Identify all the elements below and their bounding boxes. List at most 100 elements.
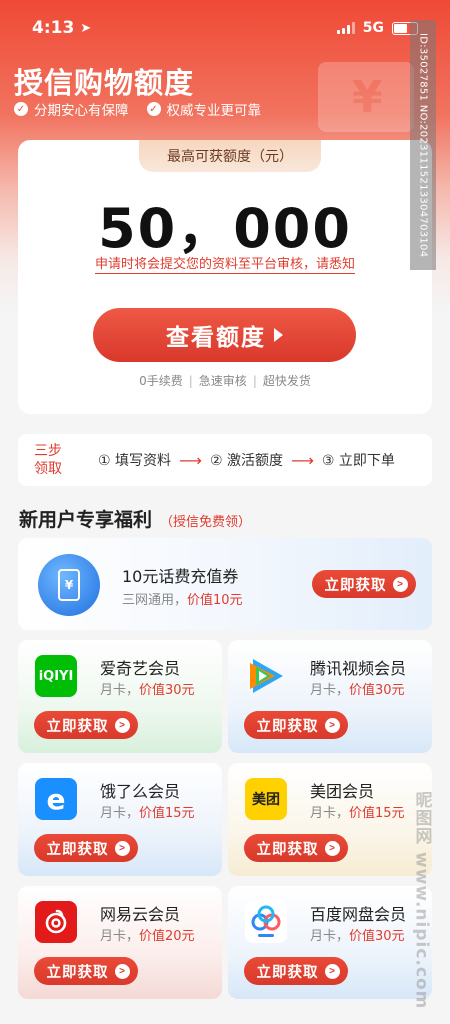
- chevron-right-icon: >: [114, 963, 130, 979]
- chevron-right-icon: >: [114, 717, 130, 733]
- quota-perks: 0手续费 | 急速审核 | 超快发货: [139, 374, 311, 388]
- member-desc-value: 价值30元: [349, 683, 405, 698]
- section-subtitle: （授信免费领）: [160, 515, 252, 530]
- member-desc-prefix: 月卡，: [100, 929, 140, 944]
- phone-coupon-card[interactable]: ¥ 10元话费充值券 三网通用，价值10元 立即获取 >: [18, 538, 432, 630]
- member-card-meituan[interactable]: 美团 美团会员 月卡，价值15元 立即获取 >: [228, 763, 432, 876]
- eleme-icon: e: [35, 778, 77, 820]
- iqiyi-icon: iQIYI: [35, 655, 77, 697]
- member-desc-value: 价值30元: [139, 683, 195, 698]
- arrow-right-icon: ⟶: [179, 450, 202, 470]
- page-title: 授信购物额度: [14, 66, 195, 100]
- logo-text: 美团: [252, 792, 280, 808]
- get-button-label: 立即获取: [46, 964, 109, 981]
- network-type: 5G: [362, 20, 384, 36]
- feature-item: ✓ 权威专业更可靠: [146, 99, 262, 119]
- signal-icon: [336, 22, 355, 34]
- member-desc: 月卡，价值20元: [100, 925, 195, 944]
- get-member-button[interactable]: 立即获取 >: [34, 957, 138, 985]
- logo-text: e: [46, 782, 66, 816]
- chevron-right-icon: >: [324, 840, 340, 856]
- get-button-label: 立即获取: [46, 841, 109, 858]
- member-desc: 月卡，价值15元: [100, 802, 195, 821]
- member-card-tencent-video[interactable]: 腾讯视频会员 月卡，价值30元 立即获取 >: [228, 640, 432, 753]
- member-desc-value: 价值30元: [349, 929, 405, 944]
- member-title: 美团会员: [310, 782, 375, 801]
- get-button-label: 立即获取: [324, 577, 387, 594]
- chevron-right-icon: >: [324, 717, 340, 733]
- member-desc-prefix: 月卡，: [100, 806, 140, 821]
- get-coupon-button[interactable]: 立即获取 >: [312, 570, 416, 598]
- step-item: ② 激活额度: [209, 453, 283, 469]
- section-title: 新用户专享福利 （授信免费领）: [19, 505, 251, 532]
- tencent-video-icon: [245, 655, 287, 697]
- get-button-label: 立即获取: [256, 718, 319, 735]
- section-heading: 新用户专享福利: [19, 509, 153, 531]
- view-quota-label: 查看额度: [166, 324, 266, 350]
- steps-list: ① 填写资料 ⟶ ② 激活额度 ⟶ ③ 立即下单: [98, 450, 395, 470]
- feature-label: 分期安心有保障: [34, 103, 129, 119]
- location-arrow-icon: ➤: [80, 20, 92, 36]
- member-title: 百度网盘会员: [310, 905, 407, 924]
- netease-music-icon: [35, 901, 77, 943]
- member-desc-prefix: 月卡，: [310, 806, 350, 821]
- get-member-button[interactable]: 立即获取 >: [244, 711, 348, 739]
- member-title: 网易云会员: [100, 905, 181, 924]
- get-member-button[interactable]: 立即获取 >: [34, 711, 138, 739]
- check-circle-icon: ✓: [14, 102, 28, 116]
- status-bar: 4:13 ➤ 5G: [0, 0, 450, 56]
- watermark-id: ID:35027851 NO:20231115213304703104: [410, 20, 436, 270]
- member-card-baidu-netdisk[interactable]: 百度网盘会员 月卡，价值30元 立即获取 >: [228, 886, 432, 999]
- play-triangle-icon: [274, 328, 283, 342]
- get-member-button[interactable]: 立即获取 >: [244, 834, 348, 862]
- get-button-label: 立即获取: [46, 718, 109, 735]
- perk-item: 超快发货: [262, 374, 311, 388]
- feature-label: 权威专业更可靠: [166, 103, 262, 119]
- quota-tag: 最高可获额度（元）: [139, 140, 321, 172]
- member-desc-prefix: 月卡，: [310, 929, 350, 944]
- quota-card: 最高可获额度（元） 50，000 申请时将会提交您的资料至平台审核，请悉知 查看…: [18, 140, 432, 414]
- get-member-button[interactable]: 立即获取 >: [34, 834, 138, 862]
- meituan-icon: 美团: [245, 778, 287, 820]
- member-desc: 月卡，价值30元: [310, 679, 405, 698]
- header-features: ✓ 分期安心有保障 ✓ 权威专业更可靠: [14, 99, 261, 119]
- member-card-eleme[interactable]: e 饿了么会员 月卡，价值15元 立即获取 >: [18, 763, 222, 876]
- baidu-netdisk-icon: [245, 901, 287, 943]
- feature-item: ✓ 分期安心有保障: [14, 99, 129, 119]
- quota-notice[interactable]: 申请时将会提交您的资料至平台审核，请悉知: [18, 253, 432, 274]
- member-title: 饿了么会员: [100, 782, 181, 801]
- phone-recharge-icon: ¥: [38, 554, 100, 616]
- arrow-right-icon: ⟶: [290, 450, 314, 470]
- member-desc-value: 价值20元: [139, 929, 195, 944]
- quota-notice-text[interactable]: 申请时将会提交您的资料至平台审核，请悉知: [94, 257, 355, 274]
- member-desc-value: 价值15元: [349, 806, 405, 821]
- member-desc: 月卡，价值15元: [310, 802, 405, 821]
- chevron-right-icon: >: [114, 840, 130, 856]
- watermark-site: 昵图网 www.nipic.com: [411, 790, 432, 1010]
- step-item: ③ 立即下单: [321, 453, 395, 469]
- quota-amount: 50，000: [98, 197, 352, 260]
- logo-text: iQIYI: [38, 668, 74, 684]
- steps-bar: 三步领取 ① 填写资料 ⟶ ② 激活额度 ⟶ ③ 立即下单: [18, 434, 432, 486]
- member-desc: 月卡，价值30元: [310, 925, 405, 944]
- view-quota-button[interactable]: 查看额度: [93, 308, 356, 362]
- member-desc-prefix: 月卡，: [310, 683, 350, 698]
- chevron-right-icon: >: [324, 963, 340, 979]
- coupon-title: 10元话费充值券: [122, 567, 239, 586]
- get-member-button[interactable]: 立即获取 >: [244, 957, 348, 985]
- get-button-label: 立即获取: [256, 841, 319, 858]
- member-title: 腾讯视频会员: [310, 659, 407, 678]
- member-card-netease-music[interactable]: 网易云会员 月卡，价值20元 立即获取 >: [18, 886, 222, 999]
- perk-item: 急速审核: [198, 374, 247, 388]
- member-title: 爱奇艺会员: [100, 659, 181, 678]
- coupon-desc-value: 价值10元: [187, 593, 243, 608]
- member-desc-value: 价值15元: [139, 806, 195, 821]
- check-circle-icon: ✓: [146, 102, 161, 116]
- member-card-iqiyi[interactable]: iQIYI 爱奇艺会员 月卡，价值30元 立即获取 >: [18, 640, 222, 753]
- get-button-label: 立即获取: [256, 964, 319, 981]
- coupon-desc: 三网通用，价值10元: [122, 589, 243, 608]
- member-desc-prefix: 月卡，: [100, 683, 140, 698]
- perk-item: 0手续费: [139, 374, 183, 388]
- member-desc: 月卡，价值30元: [100, 679, 195, 698]
- status-time: 4:13: [32, 18, 75, 38]
